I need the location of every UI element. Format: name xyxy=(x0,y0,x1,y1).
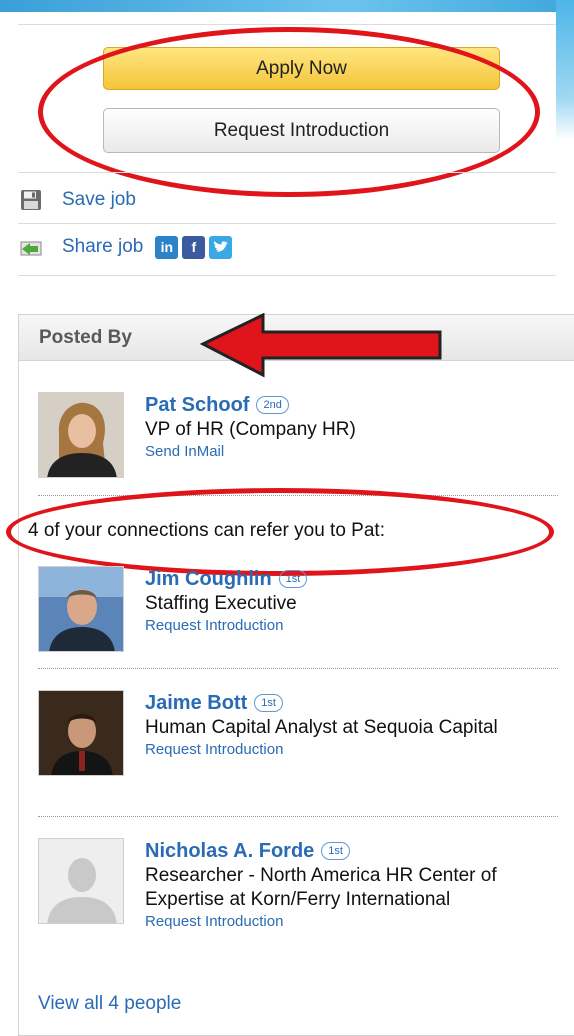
dotted-divider xyxy=(38,668,558,669)
divider xyxy=(18,223,556,224)
decorative-side-strip xyxy=(556,0,574,140)
person-silhouette-icon[interactable] xyxy=(38,838,124,924)
connection-title: Staffing Executive xyxy=(145,593,297,614)
apply-now-button[interactable]: Apply Now xyxy=(103,47,500,90)
linkedin-icon[interactable]: in xyxy=(155,235,179,259)
facebook-icon[interactable]: f xyxy=(182,235,206,259)
divider xyxy=(18,24,556,25)
connection-degree-badge: 1st xyxy=(254,694,283,712)
posted-by-title: Posted By xyxy=(39,327,132,348)
request-introduction-link[interactable]: Request Introduction xyxy=(145,912,555,932)
twitter-icon[interactable] xyxy=(209,235,233,259)
avatar-jaime-bott[interactable] xyxy=(38,690,124,776)
connection-degree-badge: 1st xyxy=(321,842,350,860)
connection-name[interactable]: Jaime Bott xyxy=(145,692,247,715)
social-share-buttons: in f xyxy=(155,235,233,259)
share-job-link[interactable]: Share job xyxy=(62,236,143,258)
top-banner xyxy=(0,0,574,12)
view-all-people-link[interactable]: View all 4 people xyxy=(38,993,181,1015)
request-introduction-link[interactable]: Request Introduction xyxy=(145,740,555,760)
dotted-divider xyxy=(38,816,558,817)
connection-name[interactable]: Nicholas A. Forde xyxy=(145,840,314,863)
request-introduction-button[interactable]: Request Introduction xyxy=(103,108,500,153)
posted-by-header: Posted By xyxy=(19,315,574,361)
floppy-disk-icon xyxy=(18,189,44,211)
share-job-row: Share job in f xyxy=(18,232,233,262)
connection-name[interactable]: Jim Coughlin xyxy=(145,568,272,591)
poster-title: VP of HR (Company HR) xyxy=(145,419,356,440)
divider xyxy=(18,172,556,173)
save-job-row[interactable]: Save job xyxy=(18,185,136,215)
divider xyxy=(18,275,556,276)
connection-degree-badge: 1st xyxy=(278,570,308,588)
save-job-link[interactable]: Save job xyxy=(62,189,136,211)
connection-title: Researcher - North America HR Center of … xyxy=(145,865,497,910)
request-introduction-link[interactable]: Request Introduction xyxy=(145,616,555,636)
connection-title: Human Capital Analyst at Sequoia Capital xyxy=(145,717,498,738)
connection-degree-badge: 2nd xyxy=(256,396,289,414)
avatar-jim-coughlin[interactable] xyxy=(38,566,124,652)
send-inmail-link[interactable]: Send InMail xyxy=(145,442,555,462)
share-arrow-icon xyxy=(18,236,44,258)
dotted-divider xyxy=(38,495,558,496)
poster-name[interactable]: Pat Schoof xyxy=(145,394,249,417)
avatar-pat-schoof[interactable] xyxy=(38,392,124,478)
connections-refer-text: 4 of your connections can refer you to P… xyxy=(28,520,385,541)
